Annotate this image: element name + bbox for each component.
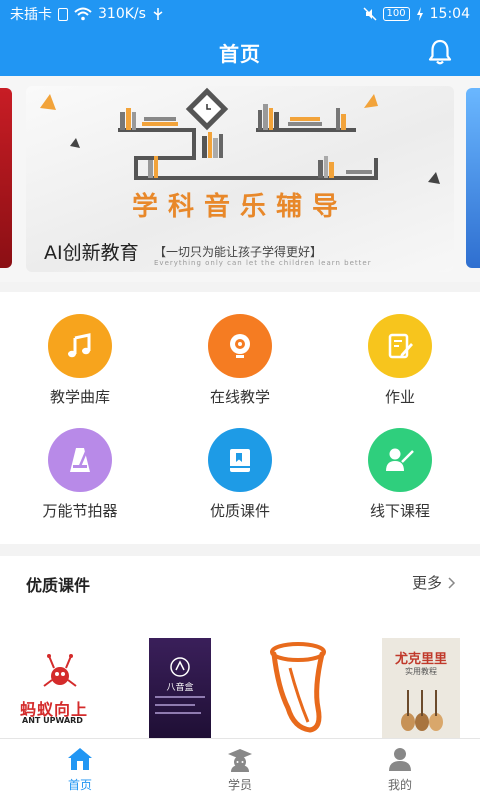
more-link[interactable]: 更多 — [412, 572, 456, 593]
choir-title: 八音盒 — [166, 683, 194, 693]
usb-icon — [153, 8, 163, 20]
nav-home[interactable]: 首页 — [0, 739, 160, 800]
func-label: 万能节拍器 — [42, 502, 118, 520]
choir-logo-icon — [149, 656, 211, 682]
trumpet-card[interactable] — [258, 638, 342, 738]
func-label: 优质课件 — [209, 502, 270, 520]
clock: 15:04 — [429, 6, 470, 22]
banner-slogan: 【一切只为能让孩子学得更好】 — [154, 245, 323, 259]
bottom-nav: 首页 学员 我的 — [0, 738, 480, 800]
ukulele-subtitle: 实用教程 — [405, 667, 437, 676]
func-offline-course[interactable]: 线下课程 — [320, 428, 480, 521]
nav-students[interactable]: 学员 — [160, 739, 320, 800]
battery-icon: 100 — [382, 7, 410, 21]
music-note-icon — [48, 314, 112, 378]
sim-icon — [58, 7, 68, 21]
func-label: 教学曲库 — [49, 388, 110, 406]
choir-card[interactable]: 八音盒 — [149, 638, 211, 738]
nav-profile[interactable]: 我的 — [320, 739, 480, 800]
webcam-icon — [208, 314, 272, 378]
ant-upward-subtitle: ANT UPWARD — [22, 716, 83, 725]
choir-divider — [155, 696, 205, 698]
page-title: 首页 — [219, 41, 261, 66]
section-title: 优质课件 — [26, 576, 91, 595]
mute-icon — [363, 7, 377, 21]
more-label: 更多 — [411, 574, 442, 592]
metronome-icon — [48, 428, 112, 492]
banner-prev-slide[interactable] — [0, 88, 12, 268]
network-speed: 310K/s — [98, 6, 146, 22]
func-label: 线下课程 — [369, 502, 430, 520]
banner-slide[interactable]: 学科音乐辅导 AI创新教育 【一切只为能让孩子学得更好】 Everything … — [26, 86, 454, 272]
trumpet-icon — [270, 642, 326, 733]
book-icon — [208, 428, 272, 492]
function-grid: 教学曲库 在线教学 作业 万能节拍器 优质课件 线下课程 — [0, 292, 480, 544]
func-online-teaching[interactable]: 在线教学 — [160, 314, 320, 407]
banner-carousel[interactable]: 学科音乐辅导 AI创新教育 【一切只为能让孩子学得更好】 Everything … — [0, 76, 480, 282]
choir-divider — [155, 712, 201, 714]
wifi-icon — [74, 7, 92, 21]
nav-label: 学员 — [227, 778, 252, 792]
ant-upward-card[interactable]: 蚂蚁向上 ANT UPWARD — [16, 638, 100, 738]
teacher-icon — [368, 428, 432, 492]
ukulele-card[interactable]: 尤克里里 实用教程 — [382, 638, 460, 738]
func-homework[interactable]: 作业 — [320, 314, 480, 407]
nav-label: 首页 — [67, 778, 92, 792]
ukulele-title: 尤克里里 — [394, 652, 447, 667]
banner-next-slide[interactable] — [466, 88, 480, 268]
status-bar: 未插卡 310K/s 100 15:04 — [0, 0, 480, 28]
bell-icon[interactable] — [426, 38, 454, 66]
banner-slogan-en: Everything only can let the children lea… — [154, 259, 372, 267]
func-label: 作业 — [384, 388, 415, 406]
chevron-right-icon — [448, 576, 456, 589]
home-icon — [68, 748, 92, 770]
func-courseware[interactable]: 优质课件 — [160, 428, 320, 521]
nav-label: 我的 — [387, 778, 412, 792]
courseware-section: 优质课件 更多 蚂蚁向上 ANT UPWARD 八音盒 尤克里里 实用教程 — [0, 556, 480, 738]
edit-note-icon — [368, 314, 432, 378]
banner-headline: 学科音乐辅导 — [131, 192, 348, 222]
app-header: 首页 — [0, 28, 480, 76]
banner-title: AI创新教育 — [44, 242, 139, 264]
func-music-library[interactable]: 教学曲库 — [0, 314, 160, 407]
status-left: 未插卡 310K/s — [10, 4, 164, 24]
profile-icon — [389, 748, 411, 771]
charging-icon — [416, 7, 423, 21]
carrier-text: 未插卡 — [10, 7, 52, 23]
ukulele-icon — [401, 690, 443, 731]
student-icon — [228, 749, 252, 772]
choir-divider — [155, 704, 195, 706]
func-label: 在线教学 — [209, 388, 270, 406]
func-metronome[interactable]: 万能节拍器 — [0, 428, 160, 521]
status-right: 100 15:04 — [363, 6, 470, 22]
